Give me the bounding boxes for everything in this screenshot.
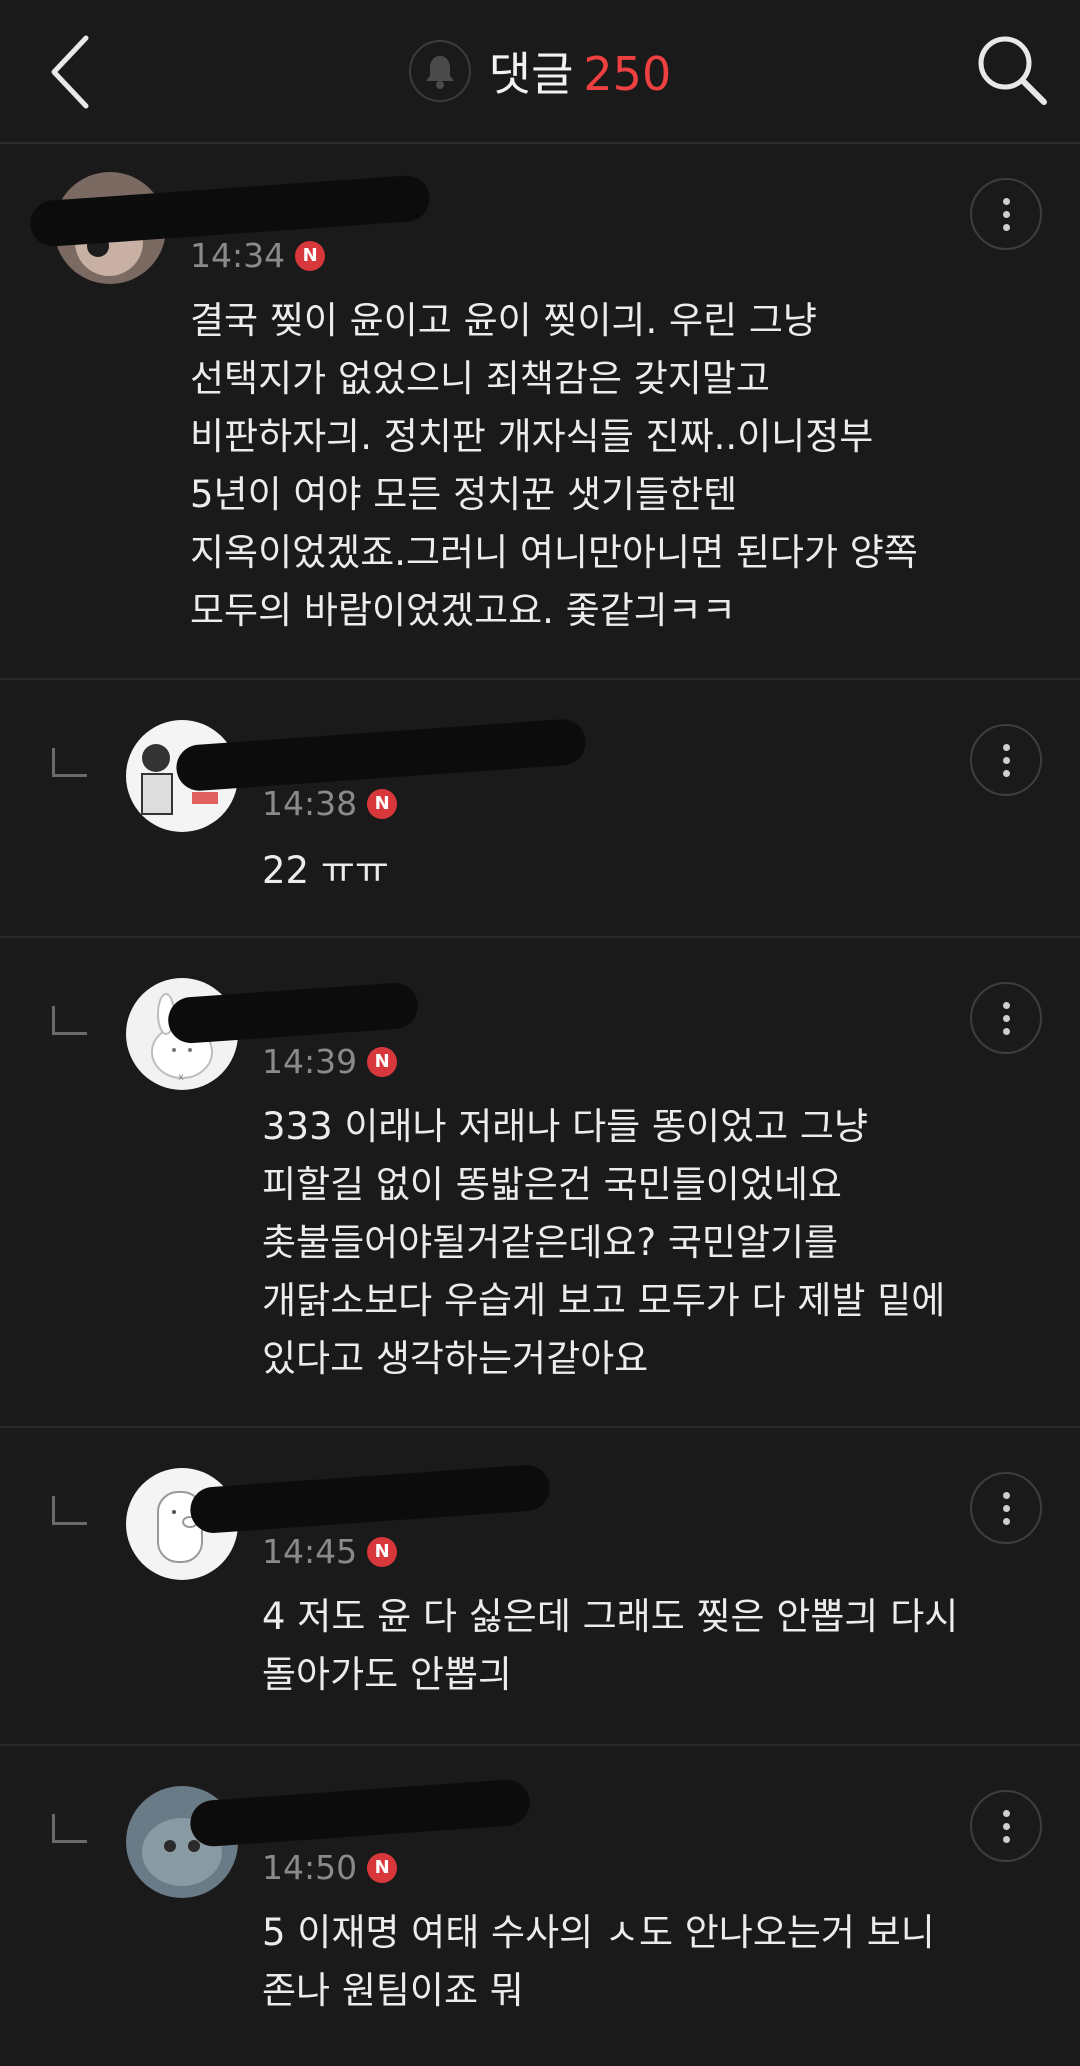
more-options-button[interactable] bbox=[970, 178, 1042, 250]
redacted-username bbox=[174, 717, 588, 793]
redacted-username bbox=[188, 1778, 532, 1848]
bell-icon bbox=[425, 56, 454, 89]
page-title: 댓글 bbox=[488, 47, 574, 101]
comment-text: 22 ㅠㅠ bbox=[262, 849, 389, 892]
notification-bell-button[interactable] bbox=[408, 40, 471, 102]
svg-text:x: x bbox=[178, 1072, 184, 1083]
redacted-username bbox=[188, 1463, 552, 1535]
new-badge: N bbox=[367, 1852, 398, 1883]
search-icon bbox=[978, 36, 1047, 105]
comment-text: 4 저도 윤 다 싫은데 그래도 찢은 안뽑긔 다시 돌아가도 안뽑긔 bbox=[262, 1595, 959, 1696]
reply-item: 14:50 N 5 이재명 여태 수사의 ㅅ도 안나오는거 보니 존나 원팀이죠… bbox=[0, 1746, 1080, 2066]
more-options-button[interactable] bbox=[970, 724, 1042, 796]
comment-time: 14:45 bbox=[262, 1532, 358, 1571]
title-area: 댓글 250 bbox=[0, 34, 1080, 108]
comment-text: 결국 찢이 윤이고 윤이 찢이긔. 우린 그냥 선택지가 없었으니 죄책감은 갖… bbox=[190, 299, 918, 632]
reply-indicator-icon bbox=[52, 748, 87, 777]
comment-time: 14:38 bbox=[262, 784, 358, 823]
reply-indicator-icon bbox=[52, 1496, 87, 1525]
more-options-button[interactable] bbox=[970, 1790, 1042, 1862]
search-button[interactable] bbox=[972, 30, 1052, 110]
new-badge: N bbox=[367, 1046, 398, 1077]
reply-indicator-icon bbox=[52, 1006, 87, 1035]
comment-text: 333 이래나 저래나 다들 똥이었고 그냥 피할길 없이 똥밟은건 국민들이었… bbox=[262, 1105, 946, 1380]
more-options-button[interactable] bbox=[970, 982, 1042, 1054]
reply-indicator-icon bbox=[52, 1814, 87, 1843]
comment-time: 14:34 bbox=[190, 236, 286, 275]
comment-text: 5 이재명 여태 수사의 ㅅ도 안나오는거 보니 존나 원팀이죠 뭐 bbox=[262, 1911, 935, 2012]
more-options-button[interactable] bbox=[970, 1472, 1042, 1544]
top-bar: 댓글 250 bbox=[0, 0, 1080, 144]
reply-item: x 14:39 N 333 이래나 저래나 다들 똥이었고 그냥 피할길 없이 … bbox=[0, 938, 1080, 1428]
comment-count: 250 bbox=[583, 47, 672, 101]
reply-item: 14:45 N 4 저도 윤 다 싫은데 그래도 찢은 안뽑긔 다시 돌아가도 … bbox=[0, 1428, 1080, 1746]
new-badge: N bbox=[367, 1536, 398, 1567]
reply-item: 14:38 N 22 ㅠㅠ bbox=[0, 680, 1080, 938]
comment-time: 14:50 bbox=[262, 1848, 358, 1887]
new-badge: N bbox=[367, 788, 398, 819]
comment-item: 14:34 N 결국 찢이 윤이고 윤이 찢이긔. 우린 그냥 선택지가 없었으… bbox=[0, 144, 1080, 680]
comment-time: 14:39 bbox=[262, 1042, 358, 1081]
new-badge: N bbox=[295, 240, 326, 271]
